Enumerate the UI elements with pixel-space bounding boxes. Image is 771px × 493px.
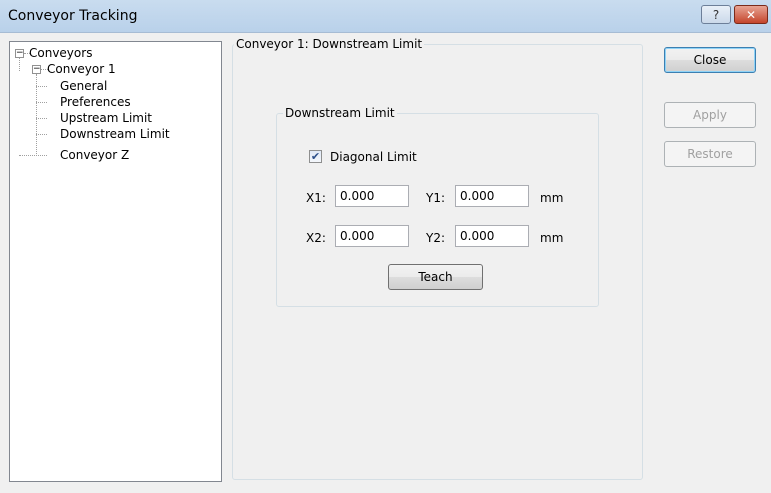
diagonal-limit-checkbox[interactable]: ✔ (309, 150, 322, 163)
x2-field[interactable] (335, 225, 409, 247)
tree-connector (36, 102, 47, 103)
x1-field[interactable] (335, 185, 409, 207)
collapse-conveyor-1-icon[interactable]: − (32, 65, 41, 74)
conveyor-tree[interactable]: − Conveyors − Conveyor 1 General Prefere… (9, 41, 222, 482)
help-button[interactable]: ? (701, 5, 731, 24)
x1-label: X1: (306, 191, 326, 205)
tree-connector (19, 155, 47, 156)
diagonal-limit-label[interactable]: Diagonal Limit (330, 150, 417, 164)
tree-connector (36, 134, 47, 135)
y2-label: Y2: (426, 231, 446, 245)
tree-item-conveyor-1[interactable]: Conveyor 1 (47, 62, 116, 76)
tree-item-upstream-limit[interactable]: Upstream Limit (60, 111, 152, 125)
y1-label: Y1: (426, 191, 446, 205)
downstream-limit-group-title: Downstream Limit (283, 106, 397, 120)
close-button[interactable]: Close (664, 47, 756, 73)
window-title: Conveyor Tracking (8, 8, 138, 24)
y2-field[interactable] (455, 225, 529, 247)
y2-unit: mm (540, 231, 564, 245)
y1-field[interactable] (455, 185, 529, 207)
tree-item-conveyor-z[interactable]: Conveyor Z (60, 148, 129, 162)
title-bar: Conveyor Tracking ? ✕ (0, 0, 771, 33)
restore-button[interactable]: Restore (664, 141, 756, 167)
close-icon: ✕ (745, 7, 757, 22)
x2-label: X2: (306, 231, 326, 245)
teach-button[interactable]: Teach (388, 264, 483, 290)
tree-item-preferences[interactable]: Preferences (60, 95, 131, 109)
y1-unit: mm (540, 191, 564, 205)
apply-button[interactable]: Apply (664, 102, 756, 128)
settings-group-title: Conveyor 1: Downstream Limit (234, 37, 425, 51)
tree-connector (36, 118, 47, 119)
collapse-conveyors-icon[interactable]: − (15, 49, 24, 58)
tree-item-general[interactable]: General (60, 79, 107, 93)
tree-item-downstream-limit[interactable]: Downstream Limit (60, 127, 170, 141)
tree-item-conveyors[interactable]: Conveyors (29, 46, 92, 60)
tree-connector (36, 86, 47, 87)
tree-connector (19, 58, 20, 71)
help-icon: ? (712, 7, 720, 22)
window-close-button[interactable]: ✕ (734, 5, 768, 24)
check-icon: ✔ (310, 150, 321, 163)
